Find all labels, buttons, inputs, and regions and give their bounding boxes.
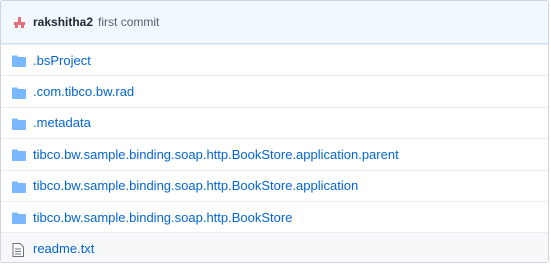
list-item-bookstore: tibco.bw.sample.binding.soap.http.BookSt… bbox=[1, 200, 548, 232]
list-item-bsproject: .bsProject bbox=[1, 44, 548, 75]
commit-author[interactable]: rakshitha2 bbox=[33, 15, 93, 29]
folder-icon bbox=[12, 148, 26, 162]
folder-icon bbox=[12, 180, 26, 193]
folder-link[interactable]: .com.tibco.bw.rad bbox=[33, 84, 134, 99]
author-avatar[interactable] bbox=[13, 15, 26, 29]
folder-link[interactable]: tibco.bw.sample.binding.soap.http.BookSt… bbox=[33, 210, 292, 225]
folder-icon bbox=[12, 86, 26, 99]
folder-link[interactable]: tibco.bw.sample.binding.soap.http.BookSt… bbox=[33, 147, 399, 162]
folder-link[interactable]: tibco.bw.sample.binding.soap.http.BookSt… bbox=[33, 178, 358, 193]
list-item-com-tibco-bw-rad: .com.tibco.bw.rad bbox=[1, 75, 548, 106]
folder-icon bbox=[12, 211, 26, 225]
folder-link[interactable]: .metadata bbox=[33, 115, 91, 130]
file-browser: rakshitha2 first commit .bsProject .com.… bbox=[0, 0, 549, 263]
folder-icon bbox=[12, 117, 26, 130]
file-link[interactable]: readme.txt bbox=[33, 241, 94, 256]
file-text-icon bbox=[12, 242, 26, 257]
folder-icon bbox=[12, 54, 26, 68]
latest-commit-bar: rakshitha2 first commit bbox=[1, 1, 548, 44]
folder-link[interactable]: .bsProject bbox=[33, 53, 91, 68]
list-item-metadata: .metadata bbox=[1, 106, 548, 138]
list-item-application-parent: tibco.bw.sample.binding.soap.http.BookSt… bbox=[1, 138, 548, 169]
commit-message[interactable]: first commit bbox=[98, 15, 159, 29]
list-item-application: tibco.bw.sample.binding.soap.http.BookSt… bbox=[1, 169, 548, 201]
list-item-readme: readme.txt bbox=[1, 232, 548, 262]
